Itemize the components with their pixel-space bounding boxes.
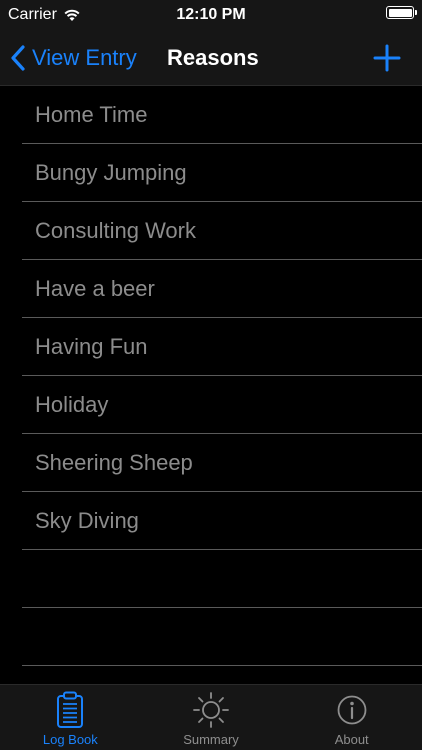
status-right — [386, 6, 417, 19]
list-item[interactable]: Bungy Jumping — [22, 144, 422, 202]
list-item[interactable]: Have a beer — [22, 260, 422, 318]
chevron-left-icon — [11, 45, 25, 71]
list-item[interactable]: Sheering Sheep — [22, 434, 422, 492]
tab-summary[interactable]: Summary — [141, 685, 282, 750]
list-item-label: Consulting Work — [35, 217, 196, 243]
tab-label: Log Book — [42, 732, 98, 747]
add-reason-button[interactable] — [370, 41, 404, 75]
list-item-label: Have a beer — [35, 275, 155, 301]
list-item-label: Holiday — [35, 391, 109, 417]
info-icon — [336, 690, 368, 730]
battery-icon — [386, 6, 417, 19]
plus-icon — [373, 44, 401, 72]
status-time: 12:10 PM — [176, 6, 246, 23]
page-title: Reasons — [167, 45, 259, 70]
list-item-label: Bungy Jumping — [35, 159, 187, 185]
list-item-label: Having Fun — [35, 333, 148, 359]
list-item[interactable]: Consulting Work — [22, 202, 422, 260]
back-button-label: View Entry — [32, 45, 137, 70]
list-item[interactable]: Holiday — [22, 376, 422, 434]
empty-row — [22, 666, 422, 684]
back-button[interactable]: View Entry — [10, 30, 137, 86]
list-item[interactable]: Having Fun — [22, 318, 422, 376]
status-bar: Carrier 12:10 PM — [0, 0, 422, 30]
tab-label: About — [334, 732, 369, 747]
navigation-bar: View Entry Reasons — [0, 30, 422, 86]
tab-about[interactable]: About — [281, 685, 422, 750]
list-item-label: Sheering Sheep — [35, 449, 193, 475]
sun-icon — [191, 690, 231, 730]
empty-row — [22, 608, 422, 666]
tab-bar: Log Book Summary About — [0, 684, 422, 750]
list-item[interactable]: Home Time — [22, 86, 422, 144]
list-item-label: Sky Diving — [35, 507, 139, 533]
tab-log-book[interactable]: Log Book — [0, 685, 141, 750]
list-item-label: Home Time — [35, 101, 148, 127]
clipboard-icon — [55, 690, 85, 730]
list-item[interactable]: Sky Diving — [22, 492, 422, 550]
reasons-list: Home Time Bungy Jumping Consulting Work … — [0, 86, 422, 684]
tab-label: Summary — [183, 732, 239, 747]
empty-row — [22, 550, 422, 608]
